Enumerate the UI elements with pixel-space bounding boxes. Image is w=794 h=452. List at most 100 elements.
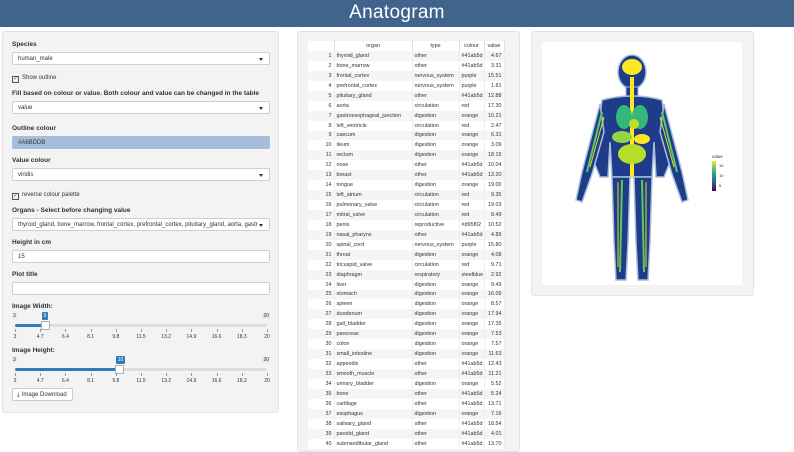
colour-cell[interactable]: orange (459, 279, 485, 290)
type-cell[interactable]: digestion (412, 140, 460, 151)
value-cell[interactable]: 6.31 (484, 130, 505, 141)
table-row[interactable]: 16 pulmonary_valve circulation red 19.03 (308, 200, 505, 210)
type-cell[interactable]: circulation (412, 190, 460, 201)
table-row[interactable]: 37 esophagus digestion orange 7.16 (308, 408, 505, 419)
type-cell[interactable]: digestion (412, 378, 460, 389)
table-row[interactable]: 20 spinal_cord nervous_system purple 15.80 (308, 239, 505, 250)
value-cell[interactable]: 7.57 (484, 339, 505, 350)
type-cell[interactable]: other (412, 90, 460, 101)
organ-cell[interactable]: liver (334, 279, 413, 290)
type-cell[interactable]: other (412, 398, 460, 409)
value-cell[interactable]: 18.15 (484, 150, 505, 161)
organ-cell[interactable]: small_intestine (334, 349, 413, 360)
type-cell[interactable]: digestion (412, 110, 460, 121)
value-cell[interactable]: 9.71 (484, 259, 505, 270)
value-cell[interactable]: 4.01 (484, 428, 505, 439)
type-cell[interactable]: nervous_system (412, 70, 460, 81)
type-cell[interactable]: digestion (412, 319, 460, 330)
organ-cell[interactable]: stomach (334, 289, 413, 300)
table-row[interactable]: 28 gall_bladder digestion orange 17.35 (308, 319, 505, 330)
value-cell[interactable]: 5.52 (484, 378, 505, 389)
value-cell[interactable]: 13.71 (484, 398, 505, 409)
value-cell[interactable]: 10.04 (484, 160, 505, 171)
slider-track[interactable] (15, 324, 267, 327)
organ-cell[interactable]: pancreas (334, 329, 413, 340)
colour-cell[interactable]: purple (459, 80, 485, 91)
organ-cell[interactable]: salivary_gland (334, 418, 413, 429)
value-cell[interactable]: 17.94 (484, 309, 505, 320)
organ-cell[interactable]: caecum (334, 130, 413, 141)
value-cell[interactable]: 19.03 (484, 200, 505, 210)
table-row[interactable]: 9 caecum digestion orange 6.31 (308, 130, 505, 141)
colour-cell[interactable]: orange (459, 140, 485, 151)
colour-cell[interactable]: orange (459, 319, 485, 330)
colour-cell[interactable]: red (459, 190, 485, 201)
plot-title-input[interactable] (12, 282, 270, 295)
table-row[interactable]: 33 smooth_muscle other #41ab5d 11.21 (308, 369, 505, 379)
colour-cell[interactable]: red (459, 210, 485, 220)
value-cell[interactable]: 16.09 (484, 289, 505, 300)
table-row[interactable]: 22 tricuspid_valve circulation red 9.71 (308, 259, 505, 270)
value-cell[interactable]: 3.09 (484, 140, 505, 151)
organ-cell[interactable]: left_atrium (334, 190, 413, 201)
table-row[interactable]: 13 breast other #41ab5d 13.20 (308, 170, 505, 181)
table-row[interactable]: 7 gastroesophageal_junction digestion orang… (308, 110, 505, 121)
colour-cell[interactable]: orange (459, 180, 485, 191)
value-cell[interactable]: 7.16 (484, 408, 505, 419)
table-row[interactable]: 24 liver digestion orange 9.49 (308, 279, 505, 290)
type-cell[interactable]: reproductive (412, 219, 460, 230)
organ-cell[interactable]: nose (334, 160, 413, 171)
type-cell[interactable]: other (412, 60, 460, 71)
table-row[interactable]: 35 bone other #41ab5d 5.24 (308, 388, 505, 399)
show-outline-checkbox[interactable]: ✓ Show outline (12, 75, 56, 83)
organ-cell[interactable]: spleen (334, 299, 413, 310)
organ-cell[interactable]: frontal_cortex (334, 70, 413, 81)
organ-cell[interactable]: pituitary_gland (334, 90, 413, 101)
value-cell[interactable]: 2.92 (484, 269, 505, 280)
value-cell[interactable]: 17.30 (484, 100, 505, 111)
type-cell[interactable]: digestion (412, 180, 460, 191)
organ-cell[interactable]: bone (334, 388, 413, 399)
type-cell[interactable]: other (412, 428, 460, 439)
table-row[interactable]: 39 parotid_gland other #41ab5d 4.01 (308, 428, 505, 439)
type-cell[interactable]: digestion (412, 150, 460, 161)
value-cell[interactable]: 15.80 (484, 239, 505, 250)
colour-cell[interactable]: orange (459, 378, 485, 389)
value-cell[interactable]: 10.21 (484, 110, 505, 121)
type-cell[interactable]: other (412, 170, 460, 181)
value-cell[interactable]: 13.20 (484, 170, 505, 181)
colour-cell[interactable]: purple (459, 239, 485, 250)
type-cell[interactable]: circulation (412, 259, 460, 270)
value-cell[interactable]: 15.51 (484, 70, 505, 81)
image-download-button[interactable]: ⤓ Image Download (12, 388, 73, 401)
colour-cell[interactable]: #41ab5d (459, 388, 485, 399)
colour-cell[interactable]: #41ab5d (459, 398, 485, 409)
colour-cell[interactable]: orange (459, 249, 485, 260)
value-cell[interactable]: 8.49 (484, 210, 505, 220)
type-cell[interactable]: other (412, 359, 460, 369)
colour-cell[interactable]: purple (459, 70, 485, 81)
table-header-cell[interactable]: type (412, 41, 460, 51)
colour-cell[interactable]: orange (459, 408, 485, 419)
table-row[interactable]: 40 submandibular_gland other #41ab5d 13.70 (308, 438, 505, 449)
type-cell[interactable]: digestion (412, 299, 460, 310)
organ-cell[interactable]: tricuspid_valve (334, 259, 413, 270)
table-row[interactable]: 25 stomach digestion orange 16.09 (308, 289, 505, 300)
organ-cell[interactable]: bone_marrow (334, 60, 413, 71)
table-header-cell[interactable]: colour (459, 41, 485, 51)
value-cell[interactable]: 4.67 (484, 51, 505, 61)
value-cell[interactable]: 7.53 (484, 329, 505, 340)
organ-cell[interactable]: smooth_muscle (334, 369, 413, 379)
organ-cell[interactable]: mitral_valve (334, 210, 413, 220)
organ-cell[interactable]: throat (334, 249, 413, 260)
colour-cell[interactable]: red (459, 100, 485, 111)
colour-cell[interactable]: red (459, 120, 485, 131)
type-cell[interactable]: digestion (412, 249, 460, 260)
colour-cell[interactable]: #41ab5d (459, 359, 485, 369)
table-header-cell[interactable] (308, 41, 335, 51)
organ-cell[interactable]: aorta (334, 100, 413, 111)
table-header-cell[interactable]: value (484, 41, 505, 51)
colour-cell[interactable]: orange (459, 299, 485, 310)
reverse-palette-checkbox[interactable]: ✓ reverse colour palette (12, 192, 80, 200)
colour-cell[interactable]: red (459, 259, 485, 270)
